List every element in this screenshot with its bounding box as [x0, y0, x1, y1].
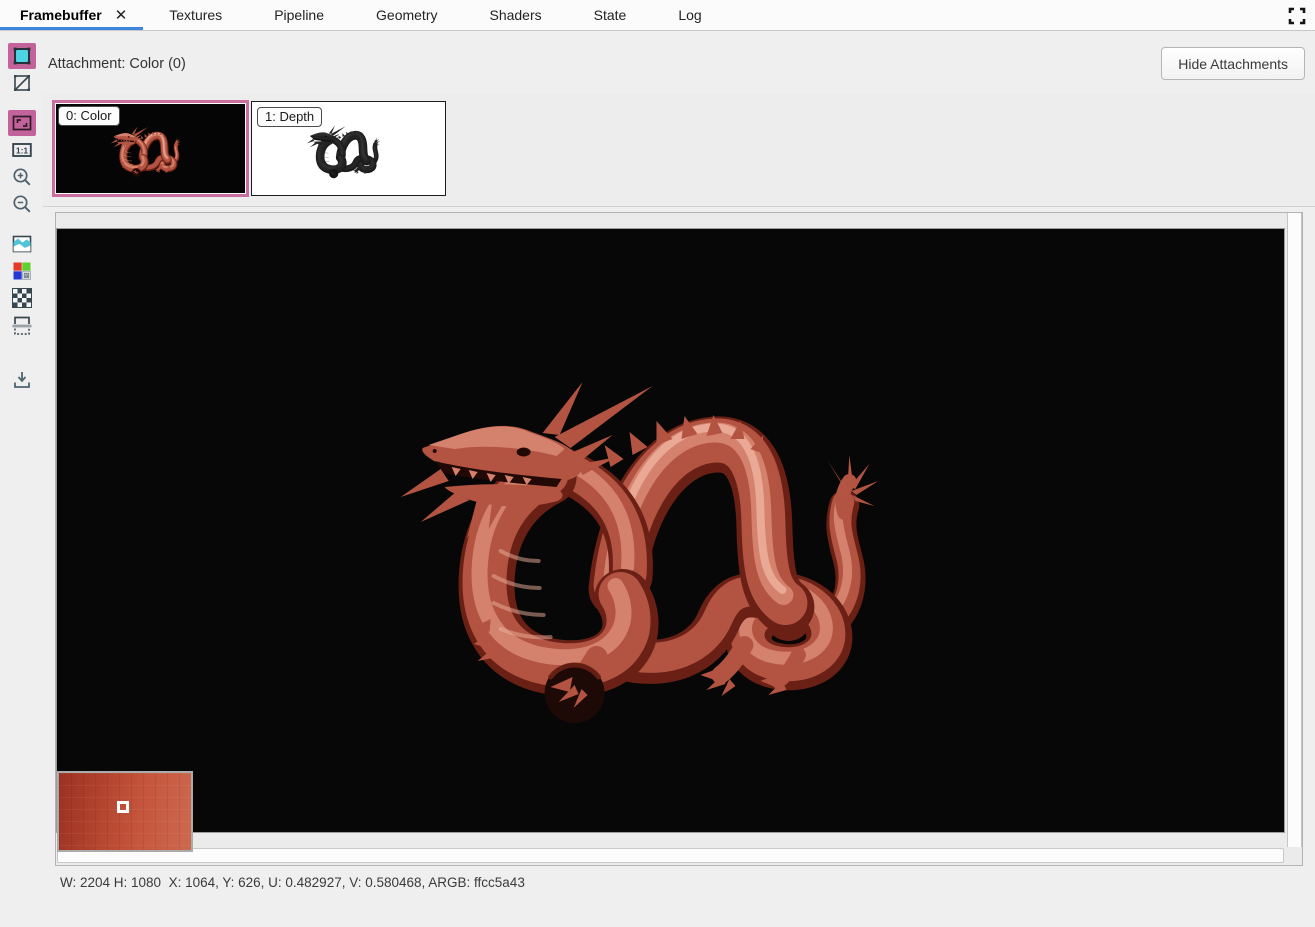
tab-bar: Framebuffer ✕ Textures Pipeline Geometry… [0, 0, 1315, 31]
framebuffer-image[interactable] [56, 228, 1285, 833]
dragon-render [57, 229, 1284, 832]
zoom-in-icon[interactable] [8, 164, 36, 190]
pixel-status-text: W: 2204 H: 1080 X: 1064, Y: 626, U: 0.48… [60, 875, 525, 890]
viewer-toolbar: 1:1 a [7, 43, 37, 393]
tab-framebuffer-label: Framebuffer [20, 7, 102, 23]
horizontal-scrollbar[interactable] [57, 848, 1284, 863]
fullscreen-icon[interactable] [1288, 7, 1306, 25]
tab-textures[interactable]: Textures [143, 0, 248, 30]
attachment-badge-color: 0: Color [58, 106, 120, 126]
tab-pipeline[interactable]: Pipeline [248, 0, 350, 30]
tab-state[interactable]: State [568, 0, 653, 30]
tab-log[interactable]: Log [652, 0, 727, 30]
attachment-badge-depth: 1: Depth [257, 107, 322, 127]
alpha-checkerboard-icon[interactable] [8, 285, 36, 311]
picker-center-square [117, 801, 129, 813]
image-preview-icon[interactable] [8, 231, 36, 257]
tab-geometry[interactable]: Geometry [350, 0, 463, 30]
attachments-strip: 0: Color 1: Depth [43, 94, 1315, 207]
pixel-picker-magnifier[interactable] [57, 771, 193, 852]
flip-vertical-icon[interactable] [8, 312, 36, 338]
svg-text:1:1: 1:1 [16, 145, 29, 155]
tab-shaders[interactable]: Shaders [463, 0, 567, 30]
hide-attachments-button[interactable]: Hide Attachments [1161, 47, 1305, 80]
zoom-fit-icon[interactable] [8, 110, 36, 136]
zoom-out-icon[interactable] [8, 191, 36, 217]
wireframe-quad-icon[interactable] [8, 70, 36, 96]
tab-framebuffer[interactable]: Framebuffer ✕ [0, 0, 143, 30]
close-tab-icon[interactable]: ✕ [115, 8, 128, 23]
attachment-label: Attachment: Color (0) [48, 56, 186, 72]
framebuffer-viewer [55, 212, 1303, 866]
rgba-channels-icon[interactable]: a [8, 258, 36, 284]
textured-quad-icon[interactable] [8, 43, 36, 69]
save-image-icon[interactable] [8, 366, 36, 392]
zoom-one-to-one-icon[interactable]: 1:1 [8, 137, 36, 163]
svg-text:a: a [25, 273, 28, 278]
vertical-scrollbar[interactable] [1287, 213, 1302, 847]
